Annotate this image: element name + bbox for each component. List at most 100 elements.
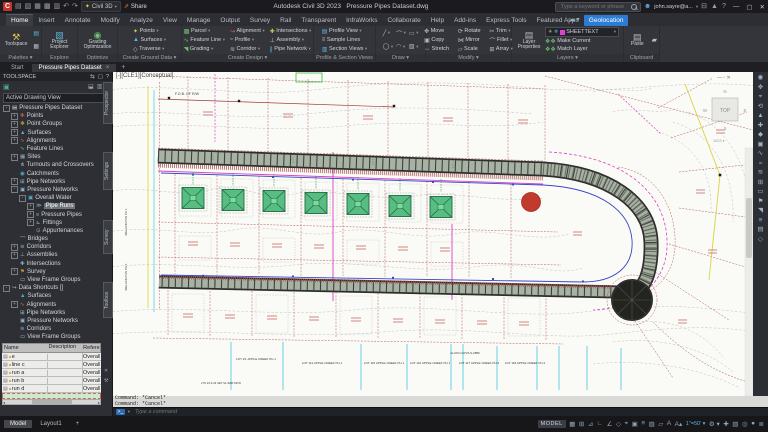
panel-label[interactable]: Layers ▾ bbox=[512, 54, 623, 62]
tree-item[interactable]: + ▦ Sites bbox=[1, 153, 101, 161]
tree-expander[interactable]: + bbox=[11, 154, 18, 161]
fillet-tool[interactable]: ⌒ Fillet ▾ bbox=[489, 36, 512, 44]
transparency-icon[interactable]: ▨ bbox=[649, 420, 655, 428]
scroll-right-icon[interactable]: ▸ bbox=[98, 400, 100, 405]
surface-tool-icon[interactable]: ◆ bbox=[758, 131, 763, 138]
pipes-tool-icon[interactable]: ⊞ bbox=[758, 179, 763, 186]
site-plan[interactable]: F.O.B. OF R/W bbox=[113, 72, 753, 396]
tree-item[interactable]: ▲ Surfaces bbox=[1, 292, 101, 300]
save-icon[interactable]: ▦ bbox=[34, 2, 41, 11]
run b[interactable]: ▤ run b Overall W bbox=[2, 377, 101, 385]
tree-expander[interactable]: + bbox=[11, 121, 18, 128]
survey-point[interactable] bbox=[238, 100, 240, 102]
zoom-extents-icon[interactable]: ⌖ bbox=[759, 93, 763, 100]
autohide-icon[interactable]: ⇆ bbox=[90, 74, 95, 80]
scrollbar-thumb[interactable] bbox=[746, 198, 752, 258]
annotation-monitor-icon[interactable]: ✚ bbox=[723, 420, 728, 428]
tree-item[interactable]: + ≫ Pipe Runs bbox=[1, 202, 101, 210]
lineweight-icon[interactable]: ≡ bbox=[641, 420, 645, 428]
workspace-dropdown[interactable]: ✦ Civil 3D ▾ bbox=[81, 1, 121, 12]
tree-expander[interactable]: + bbox=[11, 137, 18, 144]
snap-icon[interactable]: ⊞ bbox=[579, 420, 584, 428]
pipe-network-tool[interactable]: ∥ Pipe Network ▾ bbox=[270, 45, 311, 53]
boundary-point[interactable] bbox=[719, 174, 722, 177]
alignment-tool-icon[interactable]: ∿ bbox=[758, 150, 763, 157]
point-tool-icon[interactable]: ✚ bbox=[758, 122, 763, 129]
panel-label[interactable]: Create Design ▾ bbox=[182, 54, 313, 62]
panorama-palette-icon[interactable]: ▦ bbox=[33, 43, 39, 50]
scrollbar-thumb[interactable] bbox=[32, 400, 72, 404]
plot-icon[interactable]: ▥ bbox=[54, 2, 61, 11]
viewcube-east[interactable]: E bbox=[743, 108, 746, 113]
tab-prospector[interactable]: Prospector bbox=[103, 82, 113, 124]
ribbon-tab[interactable]: Output bbox=[215, 15, 245, 26]
search-box[interactable] bbox=[555, 2, 641, 12]
tab-survey[interactable]: Survey bbox=[103, 220, 113, 254]
viewport-window-controls[interactable]: — ▫ ✕ bbox=[717, 75, 731, 81]
tree-expander[interactable]: + bbox=[11, 113, 18, 120]
horizontal-scrollbar[interactable]: ◂ ▸ bbox=[2, 399, 101, 405]
run d[interactable]: ▤ run d Overall W bbox=[2, 385, 101, 393]
ribbon-tab[interactable]: InfraWorks bbox=[341, 15, 382, 26]
label-tool-icon[interactable]: ≡ bbox=[759, 217, 763, 224]
new-layout-tab[interactable]: + bbox=[70, 420, 86, 428]
tree-item[interactable]: + ≡ Pressure Pipes bbox=[1, 210, 101, 218]
ribbon-tab[interactable]: Annotate bbox=[60, 15, 96, 26]
move-tool[interactable]: ✥ Move ▾ bbox=[424, 27, 453, 35]
open-folder-icon[interactable]: ▧ bbox=[25, 2, 32, 11]
panel-label[interactable]: Create Ground Data ▾ bbox=[118, 54, 181, 62]
tree-item[interactable]: + ▲ Surfaces bbox=[1, 129, 101, 137]
geolocation-cloud-icon[interactable]: ☁ ▾ bbox=[569, 16, 580, 23]
properties-palette-icon[interactable]: ▤ bbox=[33, 30, 39, 37]
annotation-scale-dropdown[interactable]: 1"=50' ▾ bbox=[686, 421, 706, 427]
trim-tool[interactable]: ✂ Trim ▾ bbox=[489, 27, 512, 35]
corridor-tool-icon[interactable]: ≋ bbox=[758, 169, 763, 176]
viewcube-top-face[interactable]: TOP bbox=[720, 108, 731, 114]
column-name[interactable]: Name bbox=[3, 345, 49, 351]
measure-tool-icon[interactable]: ◇ bbox=[758, 236, 763, 243]
intersections-tool[interactable]: ✚ Intersections ▾ bbox=[270, 27, 311, 35]
ribbon-tab[interactable]: Transparent bbox=[296, 15, 341, 26]
minimize-button[interactable]: — bbox=[733, 3, 740, 11]
tree-item[interactable]: ⋔ Turnouts and Crossovers bbox=[1, 161, 101, 169]
tree-item[interactable]: ▭ View Frame Groups bbox=[1, 276, 101, 284]
tab-toolbox[interactable]: Toolbox bbox=[103, 282, 113, 318]
object-snap-icon[interactable]: ▣ bbox=[632, 420, 638, 428]
run a[interactable]: ▤ run a Overall W bbox=[2, 369, 101, 377]
viewcube-north[interactable]: N bbox=[723, 89, 726, 94]
tree-expander[interactable]: - bbox=[11, 186, 18, 193]
share-button[interactable]: ⇗ Share bbox=[124, 3, 147, 10]
search-input[interactable] bbox=[559, 3, 629, 11]
e[interactable]: ▤ e Overall W bbox=[2, 353, 101, 361]
new-file-icon[interactable]: ▤ bbox=[15, 2, 22, 11]
save-as-icon[interactable]: ▩ bbox=[44, 2, 51, 11]
tree-item[interactable]: + ⊥ Assemblies bbox=[1, 251, 101, 259]
palette-settings-icon[interactable]: ⚒ bbox=[104, 378, 108, 384]
tree-item[interactable]: + ⊞ Pipe Networks bbox=[1, 178, 101, 186]
project-explorer-button[interactable]: ▧ Project Explorer bbox=[45, 30, 75, 51]
tree-expander[interactable]: - bbox=[3, 105, 10, 112]
rectangle-tool[interactable]: ▭ ▾ bbox=[409, 29, 418, 37]
assembly-tool[interactable]: ⊥ Assembly ▾ bbox=[270, 36, 311, 44]
command-input[interactable] bbox=[133, 408, 437, 416]
isolate-objects-icon[interactable]: ◎ bbox=[742, 420, 748, 428]
close-button[interactable]: ✕ bbox=[760, 3, 765, 11]
undo-icon[interactable]: ↶ bbox=[63, 2, 69, 11]
drawing-canvas[interactable]: F.O.B. OF R/W bbox=[113, 72, 753, 396]
ribbon-tab[interactable]: Insert bbox=[33, 15, 59, 26]
red-marker[interactable] bbox=[522, 193, 541, 212]
tree-item[interactable]: - ↪ Data Shortcuts [] bbox=[1, 284, 101, 292]
panel-label[interactable]: Modify ▾ bbox=[426, 54, 511, 62]
tree-item[interactable]: - ▤ Pressure Pipes Dataset bbox=[1, 104, 101, 112]
tree-expander[interactable]: + bbox=[27, 211, 34, 218]
tree-item[interactable]: + ❖ Point Groups bbox=[1, 120, 101, 128]
tree-expander[interactable]: + bbox=[27, 203, 34, 210]
alignment-tool[interactable]: ↝ Alignment ▾ bbox=[230, 27, 265, 35]
stretch-tool[interactable]: ↔ Stretch ▾ bbox=[424, 45, 453, 53]
isodraft-icon[interactable]: ◇ bbox=[616, 420, 621, 428]
redo-icon[interactable]: ↷ bbox=[72, 2, 78, 11]
tree-expander[interactable]: - bbox=[19, 195, 26, 202]
ribbon-tab[interactable]: Analyze bbox=[125, 15, 158, 26]
start-tab[interactable]: Start bbox=[4, 64, 31, 72]
tree-item[interactable]: + ⊾ Fittings bbox=[1, 219, 101, 227]
